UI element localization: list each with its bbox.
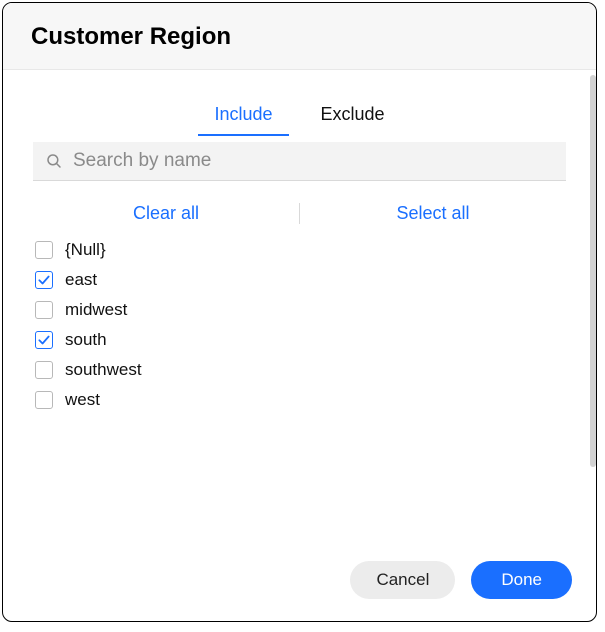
dialog-footer: Cancel Done: [3, 547, 596, 621]
bulk-actions: Clear all Select all: [33, 203, 566, 224]
option-row: midwest: [35, 300, 566, 320]
tab-exclude[interactable]: Exclude: [317, 98, 389, 135]
option-label: east: [65, 270, 97, 290]
search-icon: [45, 152, 63, 170]
dialog-header: Customer Region: [3, 3, 596, 70]
option-row: west: [35, 390, 566, 410]
option-row: east: [35, 270, 566, 290]
filter-dialog: Customer Region Include Exclude Clear al…: [2, 2, 597, 622]
option-checkbox[interactable]: [35, 241, 53, 259]
option-checkbox[interactable]: [35, 301, 53, 319]
option-row: south: [35, 330, 566, 350]
option-row: {Null}: [35, 240, 566, 260]
search-input[interactable]: [73, 150, 554, 172]
option-checkbox[interactable]: [35, 361, 53, 379]
tab-include[interactable]: Include: [210, 98, 276, 135]
search-field[interactable]: [33, 142, 566, 181]
dialog-title: Customer Region: [31, 23, 568, 51]
option-label: {Null}: [65, 240, 106, 260]
dialog-body: Include Exclude Clear all Select all {Nu…: [3, 70, 596, 547]
cancel-button[interactable]: Cancel: [350, 561, 455, 599]
option-checkbox[interactable]: [35, 391, 53, 409]
options-list: {Null} east midwest south southwest west: [33, 240, 566, 410]
option-label: midwest: [65, 300, 127, 320]
option-checkbox[interactable]: [35, 331, 53, 349]
done-button[interactable]: Done: [471, 561, 572, 599]
option-label: west: [65, 390, 100, 410]
tab-bar: Include Exclude: [33, 98, 566, 136]
option-checkbox[interactable]: [35, 271, 53, 289]
clear-all-button[interactable]: Clear all: [133, 203, 199, 224]
option-label: southwest: [65, 360, 142, 380]
option-label: south: [65, 330, 107, 350]
select-all-button[interactable]: Select all: [396, 203, 469, 224]
option-row: southwest: [35, 360, 566, 380]
